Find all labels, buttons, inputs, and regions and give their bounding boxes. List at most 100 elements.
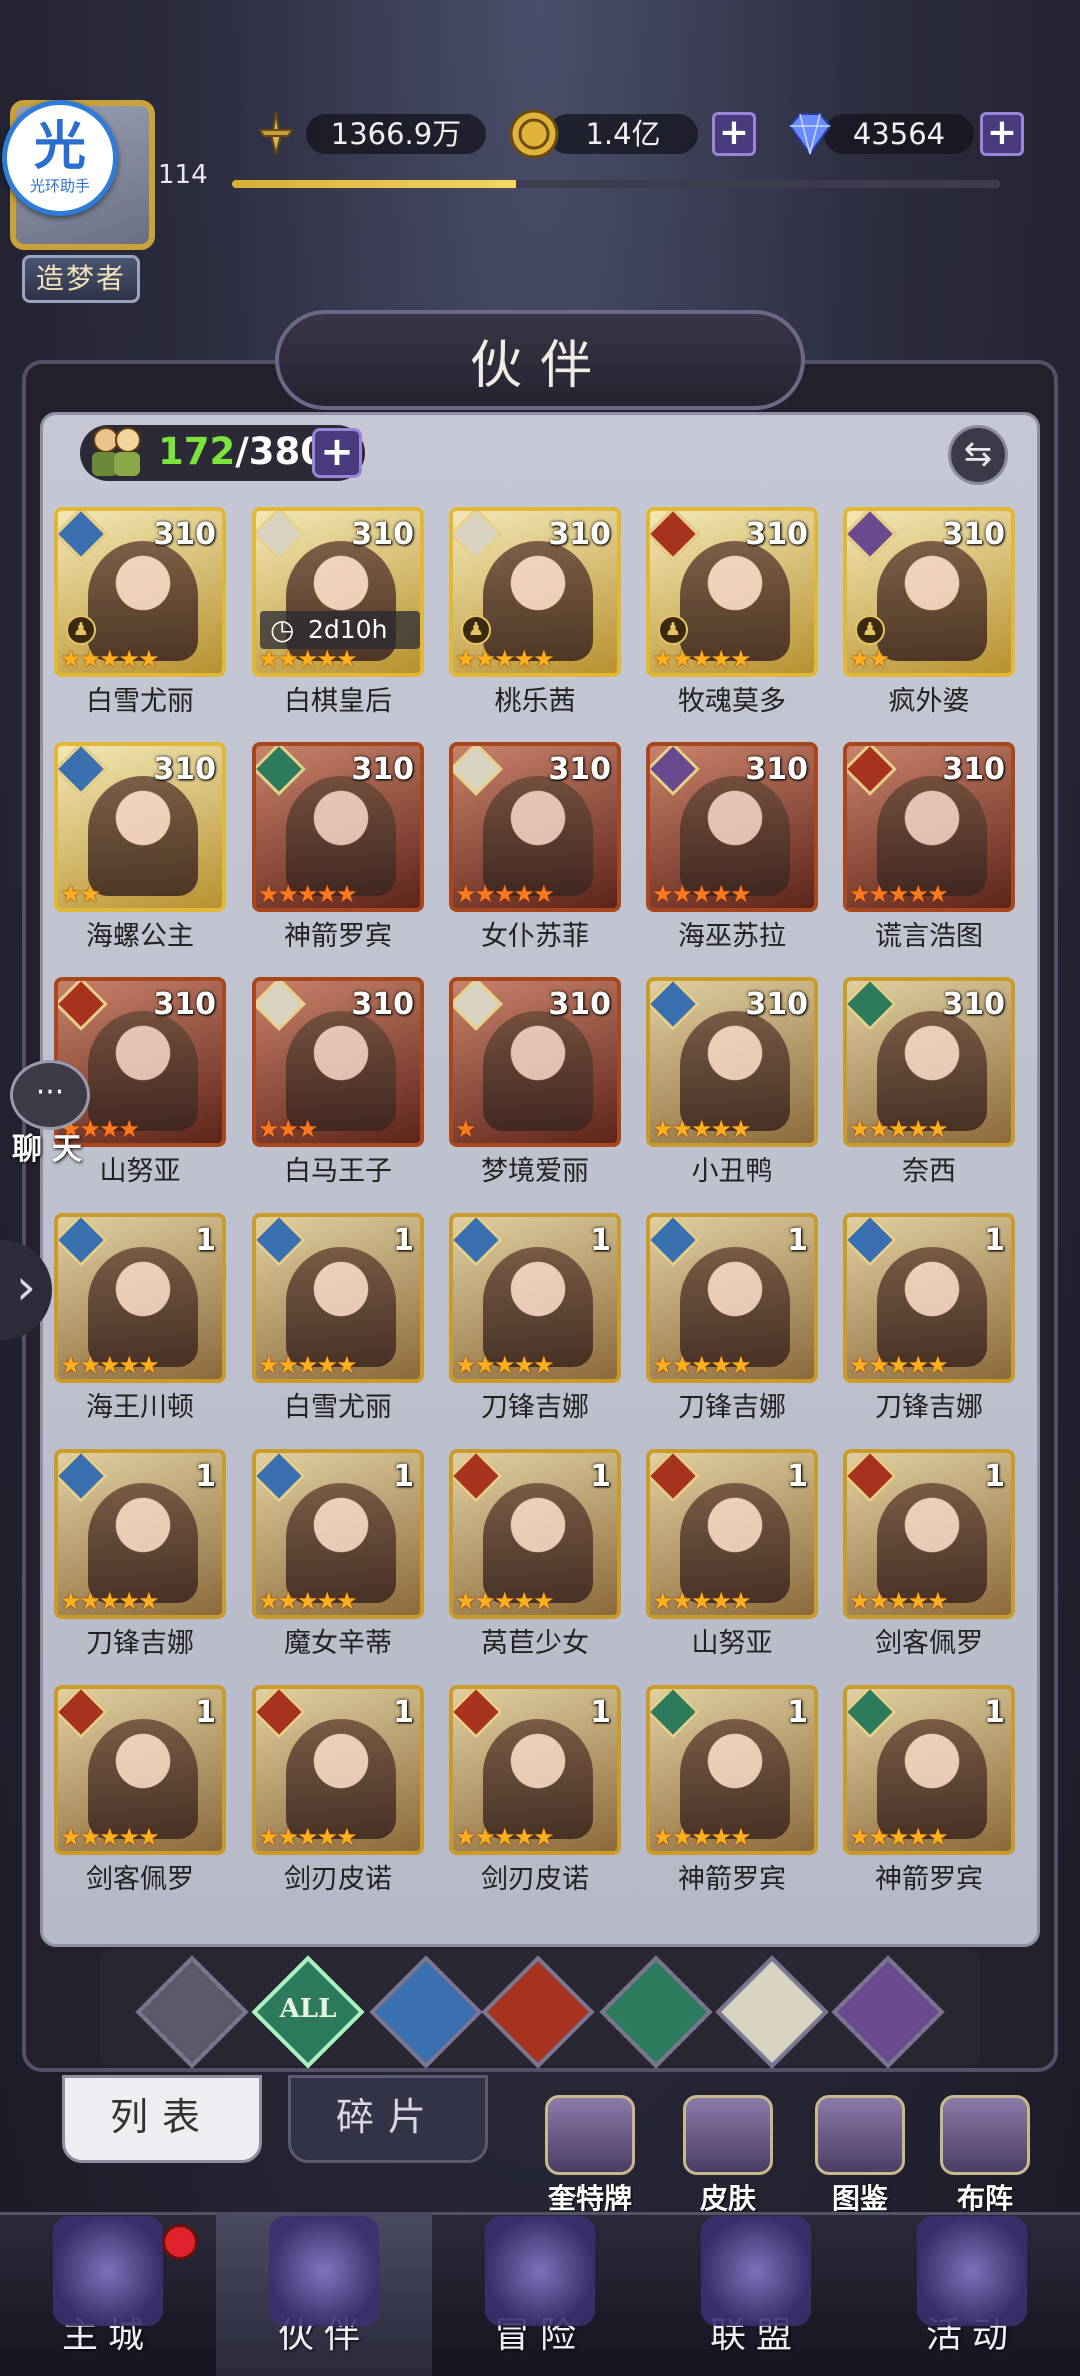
hero-card[interactable]: 1 ★★★★★ 剑客佩罗: [54, 1685, 226, 1895]
hero-name: 刀锋吉娜: [875, 1392, 983, 1423]
hero-card[interactable]: 310 ★★★★★ 海巫苏拉: [646, 742, 818, 952]
element-dark-icon: [847, 511, 897, 561]
hero-portrait: [877, 541, 987, 661]
helper-app-logo[interactable]: 光 光环助手: [2, 100, 118, 216]
hero-stars: ★★★★★: [652, 1351, 752, 1379]
hero-card[interactable]: 310 ★★★ 白马王子: [252, 977, 424, 1187]
hero-stars: ★★★★★: [849, 1587, 949, 1615]
hero-card[interactable]: 1 ★★★★★ 海王川顿: [54, 1213, 226, 1423]
hero-portrait: [680, 541, 790, 661]
hero-card[interactable]: 310 ★★★★★ 小丑鸭: [646, 977, 818, 1187]
nav-partners[interactable]: 伙伴: [216, 2212, 432, 2376]
hero-card[interactable]: 1 ★★★★★ 莴苣少女: [449, 1449, 621, 1659]
power-resource: 1366.9万: [250, 108, 490, 160]
hero-name: 山努亚: [691, 1628, 773, 1659]
hero-stars: ★★: [60, 880, 101, 908]
element-light-icon: [256, 981, 306, 1031]
quick-tarot-cards[interactable]: 奎特牌: [535, 2095, 645, 2215]
hero-portrait: [483, 1483, 593, 1603]
hero-card[interactable]: 1 ★★★★★ 白雪尤丽: [252, 1213, 424, 1423]
chat-button[interactable]: ··· 聊天: [0, 1050, 100, 1170]
quick-skins[interactable]: 皮肤: [673, 2095, 783, 2215]
hero-card[interactable]: 1 ★★★★★ 刀锋吉娜: [54, 1449, 226, 1659]
hero-card[interactable]: 310 ★★ 海螺公主: [54, 742, 226, 952]
hero-card[interactable]: 1 ★★★★★ 魔女辛蒂: [252, 1449, 424, 1659]
element-wind-icon: [847, 981, 897, 1031]
helper-logo-text: 光环助手: [29, 176, 90, 195]
hero-portrait-frame: 310 ★★★★★: [843, 742, 1015, 912]
hero-portrait: [483, 1011, 593, 1131]
hero-level: 310: [548, 517, 611, 552]
hero-card[interactable]: 310 ♟ ★★★★★ 牧魂莫多: [646, 507, 818, 717]
hero-card[interactable]: 310 ♟ ★★★★★ 桃乐茜: [449, 507, 621, 717]
hero-level: 310: [745, 987, 808, 1022]
hero-portrait-frame: 310 ★★★★★: [449, 742, 621, 912]
hero-card[interactable]: 1 ★★★★★ 剑客佩罗: [843, 1449, 1015, 1659]
element-water-icon: [847, 1217, 897, 1267]
nav-adventure[interactable]: 冒险: [432, 2212, 648, 2376]
witch-hat-icon: [269, 2216, 379, 2326]
quick-codex[interactable]: 图鉴: [805, 2095, 915, 2215]
power-value: 1366.9万: [306, 114, 486, 154]
hero-portrait: [286, 1719, 396, 1839]
hero-card[interactable]: 310 ♟ ★★★★★ 白雪尤丽: [54, 507, 226, 717]
nav-alliance[interactable]: 联盟: [648, 2212, 864, 2376]
hero-card[interactable]: 1 ★★★★★ 刀锋吉娜: [449, 1213, 621, 1423]
hero-card[interactable]: 310 ♟ ★★ 疯外婆: [843, 507, 1015, 717]
add-gems-button[interactable]: +: [980, 112, 1024, 156]
hero-stars: ★★★★★: [258, 1823, 358, 1851]
hero-name: 莴苣少女: [481, 1628, 589, 1659]
hero-stars: ★: [455, 1115, 476, 1143]
panel-title-plate: 伙伴: [275, 310, 805, 410]
hero-stars: ★★★★★: [849, 1115, 949, 1143]
hero-card[interactable]: 310 ★★★★★ 神箭罗宾: [252, 742, 424, 952]
hero-stars: ★★★★★: [652, 880, 752, 908]
hero-portrait: [88, 1011, 198, 1131]
hero-card[interactable]: 1 ★★★★★ 剑刃皮诺: [449, 1685, 621, 1895]
hero-portrait-frame: 1 ★★★★★: [54, 1213, 226, 1383]
gold-value: 1.4亿: [548, 114, 698, 154]
hero-card[interactable]: 1 ★★★★★ 神箭罗宾: [646, 1685, 818, 1895]
partner-count: 172/380: [158, 430, 326, 473]
hero-card[interactable]: 310 ★★★★★ 谎言浩图: [843, 742, 1015, 952]
hero-name: 白棋皇后: [284, 686, 392, 717]
hero-card[interactable]: 310 ★★★★★ 奈西: [843, 977, 1015, 1187]
expand-capacity-button[interactable]: +: [312, 428, 362, 478]
hero-portrait: [680, 1483, 790, 1603]
nav-events[interactable]: 活动: [864, 2212, 1080, 2376]
hero-card[interactable]: 1 ★★★★★ 刀锋吉娜: [843, 1213, 1015, 1423]
hero-name: 剑刃皮诺: [284, 1864, 392, 1895]
tab-fragments[interactable]: 碎片: [288, 2075, 488, 2163]
quick-label: 皮肤: [699, 2182, 756, 2215]
add-gold-button[interactable]: +: [712, 112, 756, 156]
hero-stars: ★★★★★: [60, 1587, 160, 1615]
partners-count-icon: [92, 427, 141, 476]
hero-card[interactable]: 310 ★★★★★ 女仆苏菲: [449, 742, 621, 952]
hero-portrait: [877, 1719, 987, 1839]
partner-count-current: 172: [158, 430, 236, 473]
hero-name: 女仆苏菲: [481, 921, 589, 952]
hero-portrait: [680, 1247, 790, 1367]
element-fire-icon: [58, 981, 108, 1031]
element-light-icon: [453, 981, 503, 1031]
hero-portrait-frame: 1 ★★★★★: [449, 1449, 621, 1619]
hero-card[interactable]: 1 ★★★★★ 刀锋吉娜: [646, 1213, 818, 1423]
hero-card[interactable]: 310 2d10h★★★★★ 白棋皇后: [252, 507, 424, 717]
quick-formation[interactable]: 布阵: [930, 2095, 1040, 2215]
hero-card[interactable]: 1 ★★★★★ 神箭罗宾: [843, 1685, 1015, 1895]
hero-stars: ★★★★★: [60, 1823, 160, 1851]
hero-portrait: [877, 776, 987, 896]
hero-level: 310: [351, 987, 414, 1022]
hero-portrait-frame: 310 ★★★★★: [252, 742, 424, 912]
hero-level: 310: [548, 987, 611, 1022]
hero-card[interactable]: 1 ★★★★★ 剑刃皮诺: [252, 1685, 424, 1895]
tab-list[interactable]: 列表: [62, 2075, 262, 2163]
swap-sort-button[interactable]: ⇆: [948, 425, 1008, 485]
element-water-icon: [58, 511, 108, 561]
hero-portrait: [88, 541, 198, 661]
notification-dot: [162, 2224, 198, 2260]
hero-level: 310: [153, 752, 216, 787]
hero-card[interactable]: 310 ★ 梦境爱丽: [449, 977, 621, 1187]
player-title-badge[interactable]: 造梦者: [22, 255, 140, 303]
hero-card[interactable]: 1 ★★★★★ 山努亚: [646, 1449, 818, 1659]
